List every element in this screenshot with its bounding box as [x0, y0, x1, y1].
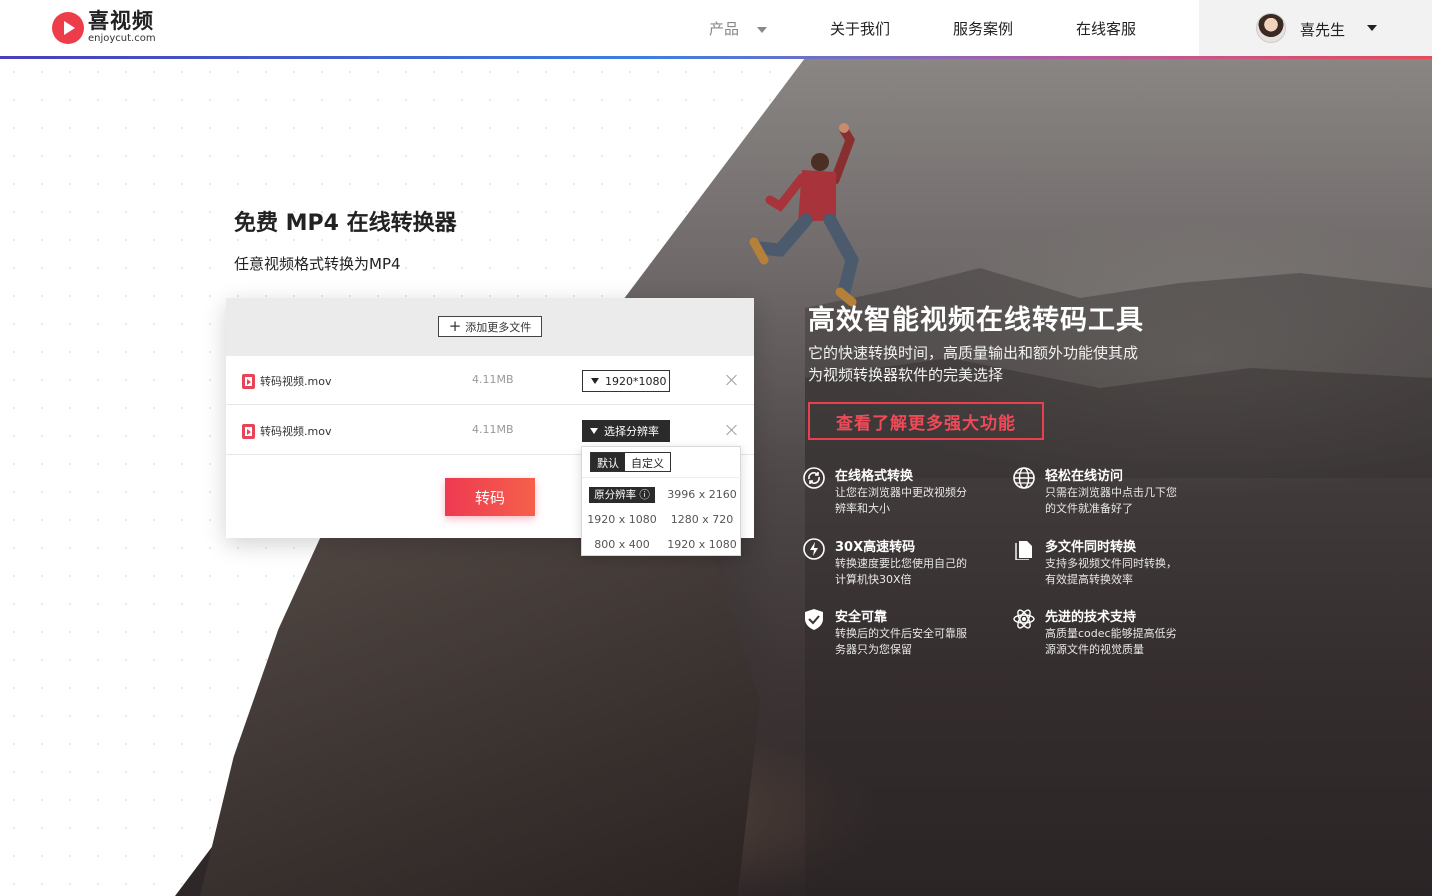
atom-icon	[1013, 609, 1035, 629]
feature-title: 安全可靠	[835, 610, 888, 625]
resolution-dropdown: 默认 自定义 原分辨率 ⓘ 3996 x 2160 1920 x 1080 12…	[581, 446, 742, 557]
jumping-person	[749, 123, 859, 307]
header-gradient-line	[0, 56, 1432, 59]
feature-desc: 高质量codec能够提高低劣源源文件的视觉质量	[1045, 627, 1177, 656]
lightning-icon	[803, 538, 825, 560]
logo-text: 喜视频 enjoycut.com	[88, 11, 156, 44]
feature-title: 轻松在线访问	[1045, 469, 1124, 484]
option-item[interactable]: 3996 x 2160	[662, 488, 742, 501]
tab-default[interactable]: 默认	[591, 453, 625, 471]
tab-custom[interactable]: 自定义	[625, 453, 670, 471]
close-icon[interactable]	[726, 424, 738, 436]
option-item[interactable]: 1920 x 1080	[582, 513, 662, 526]
file-size: 4.11MB	[472, 423, 514, 436]
feature-desc: 转换后的文件后安全可靠服务器只为您保留	[835, 627, 967, 656]
close-icon[interactable]	[726, 374, 738, 386]
video-file-icon	[242, 374, 255, 389]
nav-product-label: 产品	[709, 20, 740, 38]
caret-down-icon	[590, 428, 598, 434]
resolution-select[interactable]: 选择分辨率	[582, 420, 670, 442]
top-header: 喜视频 enjoycut.com 产品 关于我们 服务案例 在线客服 喜先生	[0, 0, 1432, 56]
file-name: 转码视频.mov	[260, 375, 332, 388]
user-menu[interactable]: 喜先生	[1199, 0, 1432, 56]
learn-more-button[interactable]: 查看了解更多强大功能	[808, 402, 1044, 440]
dropdown-tabs: 默认 自定义	[590, 452, 671, 472]
option-item[interactable]: 800 x 400	[582, 538, 662, 551]
feature-desc: 支持多视频文件同时转换，有效提高转换效率	[1045, 557, 1177, 586]
play-logo-icon	[52, 11, 84, 44]
nav-product[interactable]: 产品	[709, 18, 768, 39]
feature-desc: 转换速度要比您使用自己的计算机快30X倍	[835, 557, 967, 586]
divider	[582, 477, 742, 478]
hero-title: 高效智能视频在线转码工具	[808, 305, 1144, 336]
plus-icon: +	[448, 316, 462, 335]
feature-title: 30X高速转码	[835, 540, 916, 555]
logo-cn: 喜视频	[88, 9, 154, 33]
chevron-down-icon	[757, 26, 768, 33]
logo-en: enjoycut.com	[88, 33, 156, 44]
resolution-value: 1920*1080	[605, 374, 667, 388]
avatar	[1256, 13, 1286, 43]
document-icon	[1015, 541, 1032, 560]
nav-support[interactable]: 在线客服	[1076, 18, 1136, 39]
feature-title: 多文件同时转换	[1045, 540, 1137, 555]
file-size: 4.11MB	[472, 373, 514, 386]
option-item[interactable]: 1920 x 1080	[662, 538, 742, 551]
shield-icon	[805, 609, 823, 630]
option-original[interactable]: 原分辨率 ⓘ	[589, 486, 655, 503]
page-title: 免费 MP4 在线转换器	[234, 211, 457, 236]
feature-desc: 只需在浏览器中点击几下您的文件就准备好了	[1045, 486, 1177, 515]
nav-cases[interactable]: 服务案例	[953, 18, 1013, 39]
panel-header: + 添加更多文件	[226, 298, 754, 356]
feature-title: 先进的技术支持	[1045, 610, 1137, 625]
page-subtitle: 任意视频格式转换为MP4	[234, 255, 401, 273]
refresh-icon	[803, 467, 825, 489]
file-name: 转码视频.mov	[260, 425, 332, 438]
convert-button[interactable]: 转码	[445, 478, 535, 516]
feature-title: 在线格式转换	[835, 469, 914, 484]
chevron-down-icon	[1367, 25, 1377, 31]
nav-about[interactable]: 关于我们	[830, 18, 890, 39]
caret-down-icon	[591, 378, 599, 384]
hero-description: 它的快速转换时间，高质量输出和额外功能使其成为视频转换器软件的完美选择	[808, 344, 1139, 384]
video-file-icon	[242, 424, 255, 439]
resolution-options: 原分辨率 ⓘ 3996 x 2160 1920 x 1080 1280 x 72…	[582, 482, 742, 557]
brand-logo[interactable]: 喜视频 enjoycut.com	[52, 11, 156, 44]
add-files-label: 添加更多文件	[465, 320, 532, 334]
add-files-button[interactable]: + 添加更多文件	[438, 316, 542, 337]
feature-desc: 让您在浏览器中更改视频分辨率和大小	[835, 486, 967, 515]
resolution-value: 选择分辨率	[604, 425, 659, 438]
file-row: 转码视频.mov 4.11MB 1920*1080	[226, 356, 754, 405]
resolution-select[interactable]: 1920*1080	[582, 370, 670, 392]
option-item[interactable]: 1280 x 720	[662, 513, 742, 526]
globe-icon	[1013, 467, 1035, 489]
user-name: 喜先生	[1300, 21, 1346, 39]
